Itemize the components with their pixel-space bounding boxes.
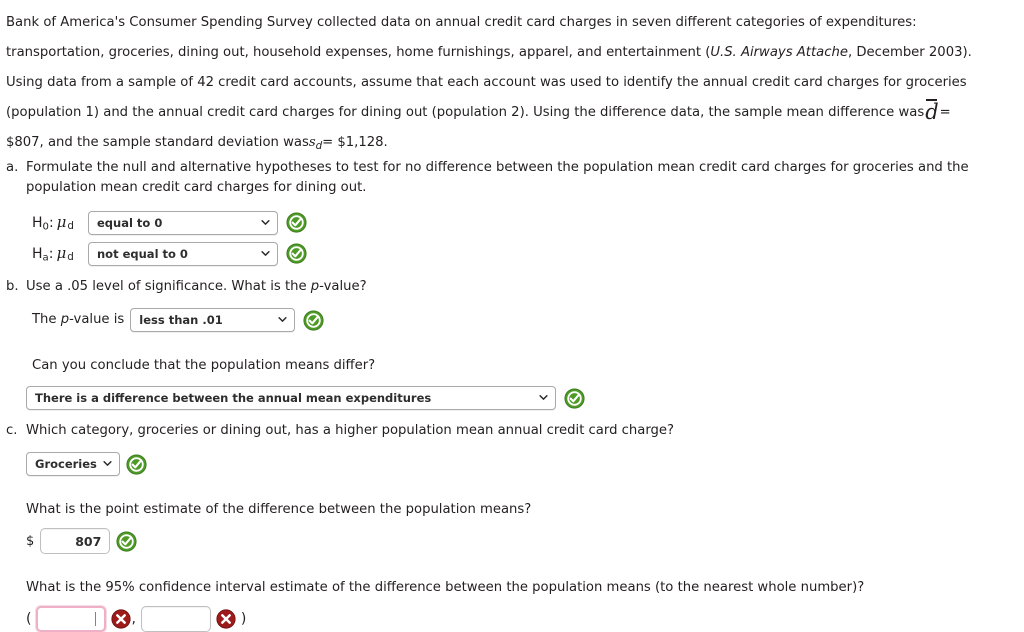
question-a-text: a. Formulate the null and alternative hy… [6,158,1020,198]
chevron-down-icon [261,249,270,258]
alt-hypothesis-selected-value: not equal to 0 [97,246,188,261]
question-b-prompt-b: -value? [319,279,367,294]
x-circle-icon [216,609,236,629]
confidence-interval-question: What is the 95% confidence interval esti… [26,580,865,595]
question-b-prompt-a: Use a .05 level of significance. What is… [26,279,311,294]
publication-name: U.S. Airways Attache [710,45,848,60]
question-c-text: c. Which category, groceries or dining o… [6,421,1020,441]
null-hypothesis-selected-value: equal to 0 [97,215,163,230]
question-a-block: a. Formulate the null and alternative hy… [6,158,1020,268]
check-circle-icon [286,212,307,233]
category-select[interactable]: Groceries [26,452,120,476]
point-estimate-question: What is the point estimate of the differ… [26,502,532,517]
ci-lower-input[interactable] [36,606,107,632]
question-a-label: a. [6,160,19,175]
dollar-sign-label: $ [26,533,35,549]
pvalue-row: The p-value is less than .01 [32,308,1020,332]
question-b-label: b. [6,279,19,294]
ci-upper-input[interactable] [140,606,211,632]
question-c-block: c. Which category, groceries or dining o… [6,421,1020,632]
conclude-select[interactable]: There is a difference between the annual… [26,386,556,410]
pvalue-label-b: -value is [69,312,125,327]
close-paren-label: ) [240,611,247,627]
s-symbol: s [308,135,316,150]
text-cursor [94,612,97,626]
point-estimate-row: $ 807 [26,528,1020,554]
check-circle-icon [286,243,307,264]
intro-line-4-a: (population 1) and the annual credit car… [6,105,925,120]
alt-hypothesis-row: Ha: μd not equal to 0 [32,239,1020,268]
alt-hypothesis-select[interactable]: not equal to 0 [88,241,278,266]
question-b-block: b. Use a .05 level of significance. What… [6,277,1020,410]
check-circle-icon [126,453,147,475]
intro-line-1: Bank of America's Consumer Spending Surv… [6,15,917,30]
intro-line-2-b: , December 2003). [847,45,972,60]
question-a-prompt: Formulate the null and alternative hypot… [26,158,1020,198]
intro-line-2: transportation, groceries, dining out, h… [6,38,1022,68]
category-row: Groceries [26,452,1020,476]
null-hypothesis-select[interactable]: equal to 0 [88,210,278,235]
pvalue-selected-value: less than .01 [139,313,223,327]
chevron-down-icon [261,218,270,227]
pvalue-label: The p-value is [32,310,124,330]
null-hypothesis-row: H0: μd equal to 0 [32,208,1020,237]
chevron-down-icon [539,393,548,402]
intro-line-4: (population 1) and the annual credit car… [6,98,1022,128]
mu-symbol: μ [56,212,67,231]
open-paren-label: ( [26,611,32,627]
mu-subscript: d [67,219,74,232]
pvalue-select[interactable]: less than .01 [130,308,296,332]
intro-line-5-b: = $1,128. [322,135,388,150]
intro-line-3: Using data from a sample of 42 credit ca… [6,75,967,90]
mu-subscript-alt: d [67,250,74,263]
question-b-text: b. Use a .05 level of significance. What… [6,277,1020,297]
point-estimate-input[interactable]: 807 [40,528,111,554]
intro-line-5-a: $807, and the sample standard deviation … [6,135,309,150]
null-colon: : [48,214,54,231]
alt-h: H [32,245,43,262]
intro-line-2-a: transportation, groceries, dining out, h… [6,45,711,60]
conclude-selected-value: There is a difference between the annual… [35,391,432,405]
intro-line-4-b: = [939,105,951,120]
conclude-row: There is a difference between the annual… [26,386,1020,410]
category-selected-value: Groceries [35,457,97,471]
worksheet-page: Bank of America's Consumer Spending Surv… [0,0,1024,632]
question-c-prompt: Which category, groceries or dining out,… [26,423,675,438]
intro-line-5: $807, and the sample standard deviation … [6,128,1022,161]
question-a-prompt-line1: Formulate the null and alternative hypot… [26,160,969,175]
check-circle-icon [116,530,137,552]
problem-statement: Bank of America's Consumer Spending Surv… [6,8,1022,161]
check-circle-icon [564,387,585,409]
question-c-label: c. [6,423,18,438]
x-circle-icon [111,609,132,629]
conclude-question: Can you conclude that the population mea… [32,358,376,373]
point-estimate-value: 807 [75,533,102,549]
chevron-down-icon [278,315,287,324]
alt-hypothesis-label: Ha: μd [32,244,88,264]
confidence-interval-row: ( , ) [26,606,1020,632]
ci-comma-label: , [131,611,136,627]
pvalue-label-a: The [32,312,61,327]
d-bar-symbol: d [925,99,939,124]
p-italic: p [60,312,70,327]
question-a-prompt-line2: population mean credit card charges for … [26,180,367,195]
null-hypothesis-label: H0: μd [32,213,88,233]
check-circle-icon [303,309,324,331]
mu-symbol-alt: μ [56,243,67,262]
chevron-down-icon [103,459,112,468]
null-h: H [32,214,43,231]
question-b-prompt: Use a .05 level of significance. What is… [26,277,367,297]
p-italic: p [310,279,320,294]
